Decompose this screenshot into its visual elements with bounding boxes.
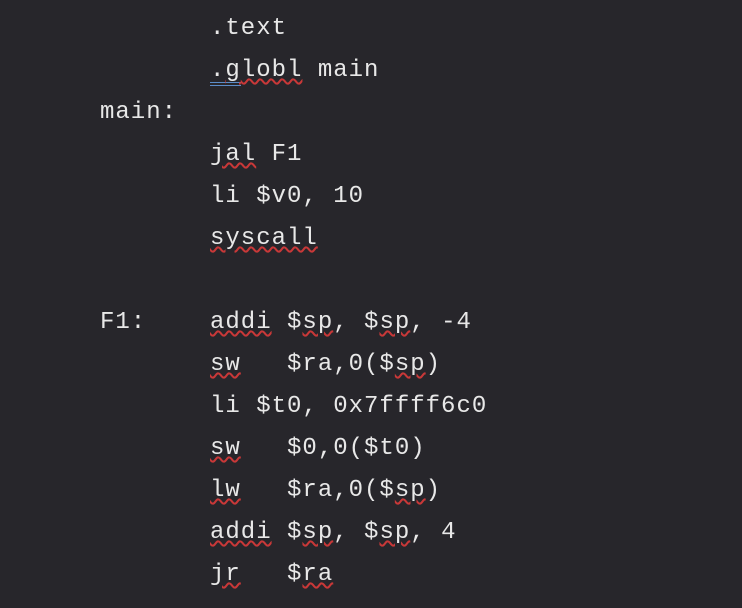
sw-instruction: sw (210, 435, 241, 462)
code-line-text-directive: .text (0, 8, 742, 50)
code-line-addi-sp: addi $sp, $sp, 4 (0, 512, 742, 554)
code-line-li-t0: li $t0, 0x7ffff6c0 (0, 386, 742, 428)
globl-g: g (225, 60, 240, 86)
lw-instruction: lw (210, 477, 241, 504)
code-line-syscall: syscall (0, 218, 742, 260)
sp-register: sp (379, 309, 410, 336)
globl-dot: . (210, 60, 225, 86)
code-line-lw-ra: lw $ra,0($sp) (0, 470, 742, 512)
li-instruction: li $v0, 10 (210, 183, 364, 210)
sp-register: sp (302, 309, 333, 336)
code-line-li-v0: li $v0, 10 (0, 176, 742, 218)
text-directive: .text (210, 15, 287, 42)
code-line-sw-ra: sw $ra,0($sp) (0, 344, 742, 386)
code-block: .text .globl main main: jal F1 li $v0, 1… (0, 0, 742, 596)
jal-target: F1 (256, 141, 302, 168)
code-line-f1-addi: F1:addi $sp, $sp, -4 (0, 302, 742, 344)
sp-register: sp (395, 351, 426, 378)
jr-instruction: jr (210, 561, 241, 588)
blank-line (0, 260, 742, 302)
code-line-sw-zero: sw $0,0($t0) (0, 428, 742, 470)
code-line-main-label: main: (0, 92, 742, 134)
sp-register: sp (302, 519, 333, 546)
f1-label: F1: (100, 302, 210, 344)
sp-register: sp (395, 477, 426, 504)
sw-instruction: sw (210, 351, 241, 378)
ra-register: ra (302, 561, 333, 588)
addi-instruction: addi (210, 309, 272, 336)
globl-main: main (302, 57, 379, 84)
globl-lobl: lobl (241, 57, 303, 84)
syscall-instruction: syscall (210, 225, 318, 252)
main-label: main: (100, 99, 177, 126)
addi-instruction: addi (210, 519, 272, 546)
sp-register: sp (379, 519, 410, 546)
code-line-globl-directive: .globl main (0, 50, 742, 92)
code-line-jr: jr $ra (0, 554, 742, 596)
code-line-jal: jal F1 (0, 134, 742, 176)
li-instruction: li $t0, 0x7ffff6c0 (210, 393, 487, 420)
jal-instruction: jal (210, 141, 256, 168)
